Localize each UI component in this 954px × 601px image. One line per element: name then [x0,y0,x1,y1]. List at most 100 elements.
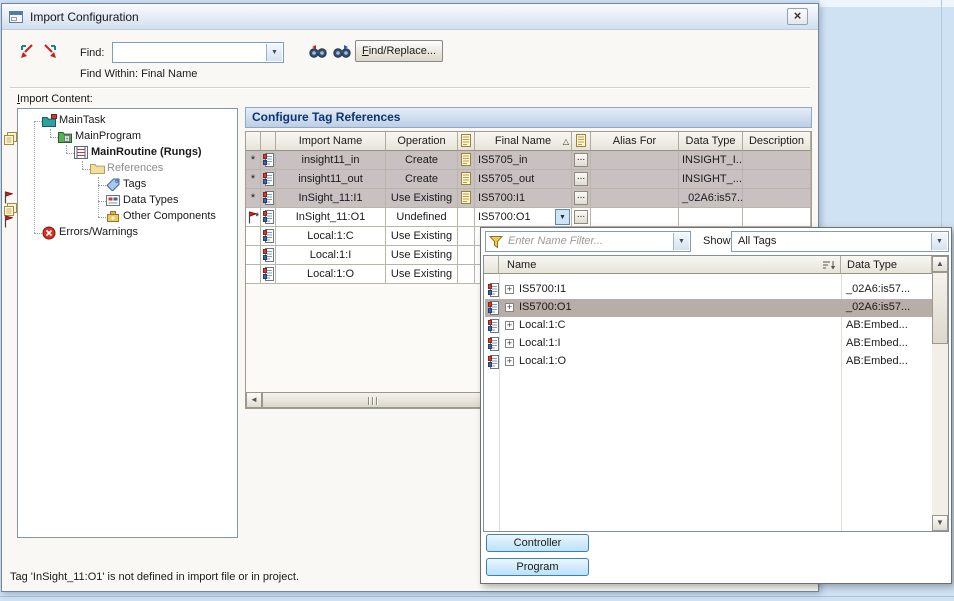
row-icon-cell[interactable] [261,227,276,246]
scroll-thumb[interactable] [932,272,948,344]
find-replace-button[interactable]: Find/Replace... [355,40,443,62]
tag-list-scrollbar[interactable]: ▲ ▼ [932,256,948,531]
edit-icon-cell[interactable] [458,246,475,265]
row-marker-cell[interactable] [246,265,261,284]
column-header-marker[interactable] [246,132,261,151]
import-name-cell[interactable]: InSight_11:O1 [276,208,386,227]
tag-list-name-header[interactable]: Name [499,256,841,274]
show-dropdown-button[interactable]: ▼ [931,233,947,250]
tag-list-icon-column-header[interactable] [484,256,499,274]
operation-cell[interactable]: Use Existing [386,246,458,265]
row-icon-cell[interactable] [261,189,276,208]
column-header-description[interactable]: Description [743,132,811,151]
tag-row[interactable]: + IS5700:I1 _02A6:is57... [485,281,932,299]
tag-row[interactable]: + Local:1:C AB:Embed... [485,317,932,335]
description-cell[interactable] [743,151,811,170]
expand-icon[interactable]: + [505,303,514,312]
row-icon-cell[interactable] [261,151,276,170]
edit-icon-cell[interactable] [458,265,475,284]
import-mapping-icon[interactable] [17,42,37,65]
browse-button[interactable]: ... [574,153,588,167]
data-type-cell[interactable]: INSIGHT_... [679,170,743,189]
final-name-cell[interactable]: IS5705_in [475,151,572,170]
row-icon-cell[interactable] [261,208,276,227]
export-mapping-icon[interactable] [40,42,60,65]
show-combobox[interactable]: All Tags ▼ [731,231,949,252]
column-header-data-type[interactable]: Data Type [679,132,743,151]
operation-cell[interactable]: Use Existing [386,189,458,208]
row-marker-cell[interactable]: * [246,189,261,208]
find-dropdown-button[interactable]: ▼ [266,44,282,61]
column-header-edit-icon[interactable] [458,132,475,151]
operation-cell[interactable]: Use Existing [386,227,458,246]
expand-icon[interactable]: + [505,357,514,366]
import-name-cell[interactable]: insight11_in [276,151,386,170]
column-header-operation[interactable]: Operation [386,132,458,151]
row-icon-cell[interactable] [261,265,276,284]
find-next-icon[interactable] [332,44,352,62]
browse-button[interactable]: ... [574,210,588,224]
scroll-down-button[interactable]: ▼ [932,515,948,531]
description-cell[interactable] [743,189,811,208]
import-name-cell[interactable]: Local:1:I [276,246,386,265]
close-button[interactable]: × [787,8,808,25]
final-name-cell[interactable]: IS5700:I1 [475,189,572,208]
row-marker-cell[interactable]: * [246,151,261,170]
browse-button[interactable]: ... [574,191,588,205]
data-type-cell[interactable]: _02A6:is57... [679,189,743,208]
sort-filter-icon[interactable] [822,259,836,274]
tag-row[interactable]: + Local:1:O AB:Embed... [485,353,932,371]
find-previous-icon[interactable] [308,44,328,62]
data-type-cell[interactable] [679,208,743,227]
edit-icon-cell[interactable] [458,227,475,246]
tag-list-datatype-header[interactable]: Data Type [841,256,932,274]
row-icon-cell[interactable] [261,170,276,189]
operation-cell[interactable]: Create [386,151,458,170]
final-name-combo-cell[interactable]: IS5700:O1 ▼ [475,208,572,227]
find-combobox[interactable]: ▼ [112,42,284,63]
description-cell[interactable] [743,170,811,189]
controller-button[interactable]: Controller [486,534,589,552]
edit-icon-cell[interactable] [458,151,475,170]
scroll-up-button[interactable]: ▲ [932,256,948,272]
import-name-cell[interactable]: Local:1:O [276,265,386,284]
edit-icon-cell[interactable] [458,170,475,189]
title-bar[interactable]: Import Configuration × [2,4,818,30]
final-name-cell[interactable]: IS5705_out [475,170,572,189]
scroll-left-button[interactable]: ◄ [246,392,262,408]
scroll-thumb[interactable] [262,392,484,408]
filter-dropdown-button[interactable]: ▼ [673,233,689,250]
program-button[interactable]: Program [486,558,589,576]
alias-for-cell[interactable] [591,189,679,208]
row-marker-cell[interactable]: * [246,208,261,227]
alias-for-cell[interactable] [591,208,679,227]
edit-icon-cell[interactable] [458,208,475,227]
column-header-alias-for[interactable]: Alias For [591,132,679,151]
edit-icon-cell[interactable] [458,189,475,208]
column-header-icon[interactable] [261,132,276,151]
row-marker-cell[interactable] [246,246,261,265]
expand-icon[interactable]: + [505,321,514,330]
expand-icon[interactable]: + [505,339,514,348]
expand-icon[interactable]: + [505,285,514,294]
column-header-final-name[interactable]: Final Name△ [475,132,572,151]
alias-for-cell[interactable] [591,170,679,189]
name-filter-combobox[interactable]: Enter Name Filter... ▼ [485,231,691,252]
description-cell[interactable] [743,208,811,227]
column-header-browse-icon[interactable] [572,132,591,151]
operation-cell[interactable]: Undefined [386,208,458,227]
operation-cell[interactable]: Use Existing [386,265,458,284]
operation-cell[interactable]: Create [386,170,458,189]
alias-for-cell[interactable] [591,151,679,170]
column-header-import-name[interactable]: Import Name [276,132,386,151]
data-type-cell[interactable]: INSIGHT_I... [679,151,743,170]
import-name-cell[interactable]: insight11_out [276,170,386,189]
import-name-cell[interactable]: Local:1:C [276,227,386,246]
row-icon-cell[interactable] [261,246,276,265]
tag-row-selected[interactable]: + IS5700:O1 _02A6:is57... [485,299,932,317]
tag-row[interactable]: + Local:1:I AB:Embed... [485,335,932,353]
row-marker-cell[interactable] [246,227,261,246]
row-marker-cell[interactable]: * [246,170,261,189]
final-name-dropdown-button[interactable]: ▼ [555,209,570,225]
browse-button[interactable]: ... [574,172,588,186]
